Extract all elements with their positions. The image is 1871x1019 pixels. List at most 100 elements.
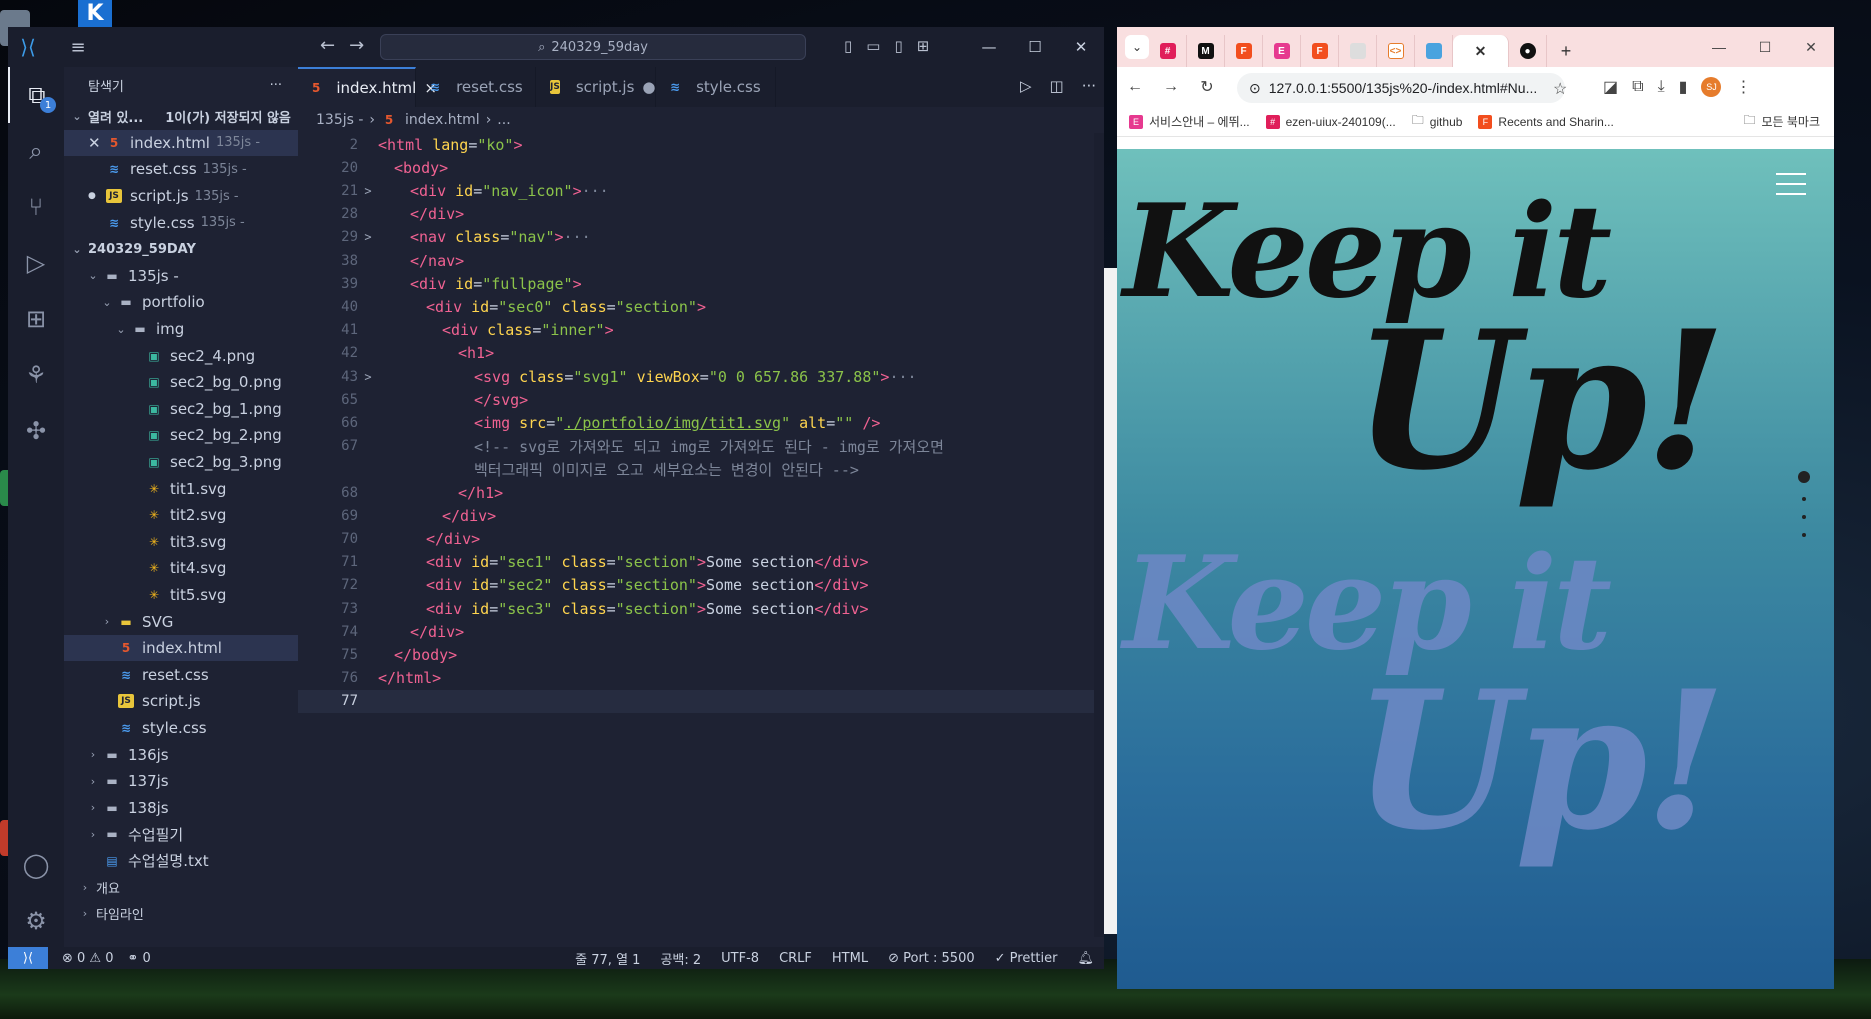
profile-avatar[interactable]: SJ — [1701, 77, 1722, 97]
search-icon[interactable]: ⌕ — [8, 123, 64, 179]
code-line[interactable]: 71 <div id="sec1" class="section">Some se… — [298, 551, 1094, 574]
live-server-port[interactable]: ⊘ Port : 5500 — [888, 951, 975, 966]
back-icon[interactable]: ← — [320, 35, 349, 56]
pagination-dot[interactable] — [1802, 497, 1806, 501]
forward-icon[interactable]: → — [1153, 78, 1189, 96]
fold-chevron-icon[interactable]: > — [358, 230, 378, 244]
remote-explorer-icon[interactable]: ⚘ — [8, 347, 64, 403]
code-line[interactable]: 40 <div id="sec0" class="section"> — [298, 295, 1094, 318]
code-line[interactable]: 43 > <svg class="svg1" viewBox="0 0 657.86… — [298, 365, 1094, 388]
minimize-icon[interactable]: — — [966, 27, 1012, 67]
open-editor-item[interactable]: ✕ 5 index.html 135js - — [64, 129, 298, 157]
address-bar[interactable]: ⊙ 127.0.0.1:5500/135js%20-/index.html#Nu… — [1237, 73, 1565, 103]
code-line[interactable]: 21 > <div id="nav_icon">··· — [298, 179, 1094, 202]
ports-status[interactable]: ⚭ 0 — [128, 951, 151, 966]
code-line[interactable]: 77 — [298, 689, 1094, 713]
pagination-dot[interactable] — [1802, 533, 1806, 537]
file-item[interactable]: ≋ style.css — [64, 715, 298, 742]
extension-icon[interactable]: ◪ — [1603, 77, 1618, 97]
code-line[interactable]: 69 </div> — [298, 504, 1094, 527]
code-line[interactable]: 38 </nav> — [298, 249, 1094, 272]
account-icon[interactable]: ◯ — [8, 837, 64, 893]
code-line[interactable]: 76 </html> — [298, 667, 1094, 690]
browser-tab[interactable]: E — [1263, 35, 1301, 67]
code-line[interactable]: 39 <div id="fullpage"> — [298, 272, 1094, 295]
code-line[interactable]: 70 </div> — [298, 527, 1094, 550]
code-line[interactable]: 75 </body> — [298, 643, 1094, 666]
code-line[interactable]: 벡터그래픽 이미지로 오고 세부요소는 변경이 안된다 --> — [298, 458, 1094, 481]
code-line[interactable]: 41 <div class="inner"> — [298, 319, 1094, 342]
file-item[interactable]: ▣ sec2_bg_3.png — [64, 449, 298, 476]
browser-tab[interactable]: # — [1149, 35, 1187, 67]
eol-status[interactable]: CRLF — [779, 951, 812, 966]
tab-search-icon[interactable]: ⌄ — [1125, 35, 1149, 59]
folder-item[interactable]: ⌄ ▬ portfolio — [64, 289, 298, 316]
more-actions-icon[interactable]: ··· — [270, 78, 282, 93]
file-item[interactable]: 5 index.html — [64, 634, 298, 662]
remote-indicator-icon[interactable]: ⟩⟨ — [8, 947, 48, 969]
file-item[interactable]: ▣ sec2_bg_2.png — [64, 422, 298, 449]
prettier-status[interactable]: ✓ Prettier — [995, 951, 1058, 966]
forward-icon[interactable]: → — [349, 35, 378, 56]
file-item[interactable]: ▣ sec2_bg_0.png — [64, 369, 298, 396]
code-line[interactable]: 28 </div> — [298, 203, 1094, 226]
code-line[interactable]: 68 </h1> — [298, 481, 1094, 504]
code-line[interactable]: 67 <!-- svg로 가져와도 되고 img로 가져와도 된다 - img로 … — [298, 435, 1094, 458]
code-token[interactable]: ./portfolio/img/tit1.svg — [564, 414, 781, 432]
reload-icon[interactable]: ↻ — [1189, 77, 1225, 97]
open-editors-section[interactable]: ⌄ 열려 있... 1이(가) 저장되지 않음 — [64, 103, 298, 130]
breadcrumb-symbol[interactable]: ... — [497, 112, 510, 128]
fold-chevron-icon[interactable]: > — [358, 184, 378, 198]
file-item[interactable]: ✳ tit5.svg — [64, 582, 298, 609]
pagination-dot-active[interactable] — [1798, 471, 1810, 483]
pinned-app-icon[interactable]: K — [78, 0, 112, 27]
back-icon[interactable]: ← — [1117, 78, 1153, 96]
editor-scrollbar[interactable] — [1094, 133, 1104, 937]
run-debug-icon[interactable]: ▷ — [8, 235, 64, 291]
code-line[interactable]: 42 <h1> — [298, 342, 1094, 365]
indentation-status[interactable]: 공백: 2 — [660, 949, 701, 968]
close-icon[interactable]: ✕ — [1058, 27, 1104, 67]
folder-item[interactable]: › ▬ 수업필기 — [64, 821, 298, 848]
split-editor-icon[interactable]: ◫ — [1050, 77, 1064, 95]
more-actions-icon[interactable]: ··· — [1082, 77, 1096, 95]
code-line[interactable]: 74 </div> — [298, 620, 1094, 643]
folder-item[interactable]: ⌄ ▬ img — [64, 316, 298, 343]
editor-tab[interactable]: JS script.js ● — [536, 67, 656, 107]
editor-tab[interactable]: ≋ style.css — [656, 67, 776, 107]
file-item[interactable]: ▤ 수업설명.txt — [64, 848, 298, 875]
all-bookmarks[interactable]: 🗀︎ 모든 북마크 — [1743, 111, 1820, 132]
editor-tab[interactable]: 5 index.html × — [298, 67, 437, 107]
file-item[interactable]: ✳ tit3.svg — [64, 529, 298, 556]
file-item[interactable]: JS script.js — [64, 688, 298, 715]
bookmark-item[interactable]: F Recents and Sharin... — [1478, 114, 1614, 129]
code-line[interactable]: 20 <body> — [298, 156, 1094, 179]
file-item[interactable]: ✳ tit2.svg — [64, 502, 298, 529]
workspace-section[interactable]: ⌄ 240329_59DAY — [64, 236, 298, 263]
breadcrumb-file[interactable]: index.html — [405, 112, 480, 128]
fold-chevron-icon[interactable]: > — [358, 370, 378, 384]
outline-section[interactable]: › 개요 — [64, 874, 298, 900]
active-browser-tab[interactable]: ✕ — [1453, 35, 1509, 67]
language-mode[interactable]: HTML — [832, 951, 868, 966]
folder-item[interactable]: › ▬ 138js — [64, 794, 298, 821]
folder-item[interactable]: ⌄ ▬ 135js - — [64, 263, 298, 290]
toggle-sidebar-icon[interactable]: ▯ — [844, 37, 852, 55]
browser-tab[interactable] — [1415, 35, 1453, 67]
browser-tab[interactable]: <> — [1377, 35, 1415, 67]
code-token[interactable]: ··· — [582, 182, 609, 200]
code-token[interactable]: ··· — [889, 368, 916, 386]
download-icon[interactable]: ⤓ — [1658, 78, 1665, 96]
maximize-icon[interactable]: ☐ — [1742, 27, 1788, 67]
file-item[interactable]: ≋ reset.css — [64, 661, 298, 688]
cursor-position[interactable]: 줄 77, 열 1 — [575, 949, 640, 968]
encoding-status[interactable]: UTF-8 — [721, 951, 759, 966]
close-icon[interactable]: ✕ — [1788, 27, 1834, 67]
problems-status[interactable]: ⊗ 0 ⚠ 0 — [62, 951, 114, 966]
new-tab-button[interactable]: + — [1547, 35, 1585, 67]
minimize-icon[interactable]: — — [1696, 27, 1742, 67]
browser-tab[interactable] — [1339, 35, 1377, 67]
bookmark-item[interactable]: # ezen-uiux-240109(... — [1265, 114, 1396, 129]
maximize-icon[interactable]: ☐ — [1012, 27, 1058, 67]
open-editor-item[interactable]: ≋ style.css 135js - — [64, 209, 298, 236]
